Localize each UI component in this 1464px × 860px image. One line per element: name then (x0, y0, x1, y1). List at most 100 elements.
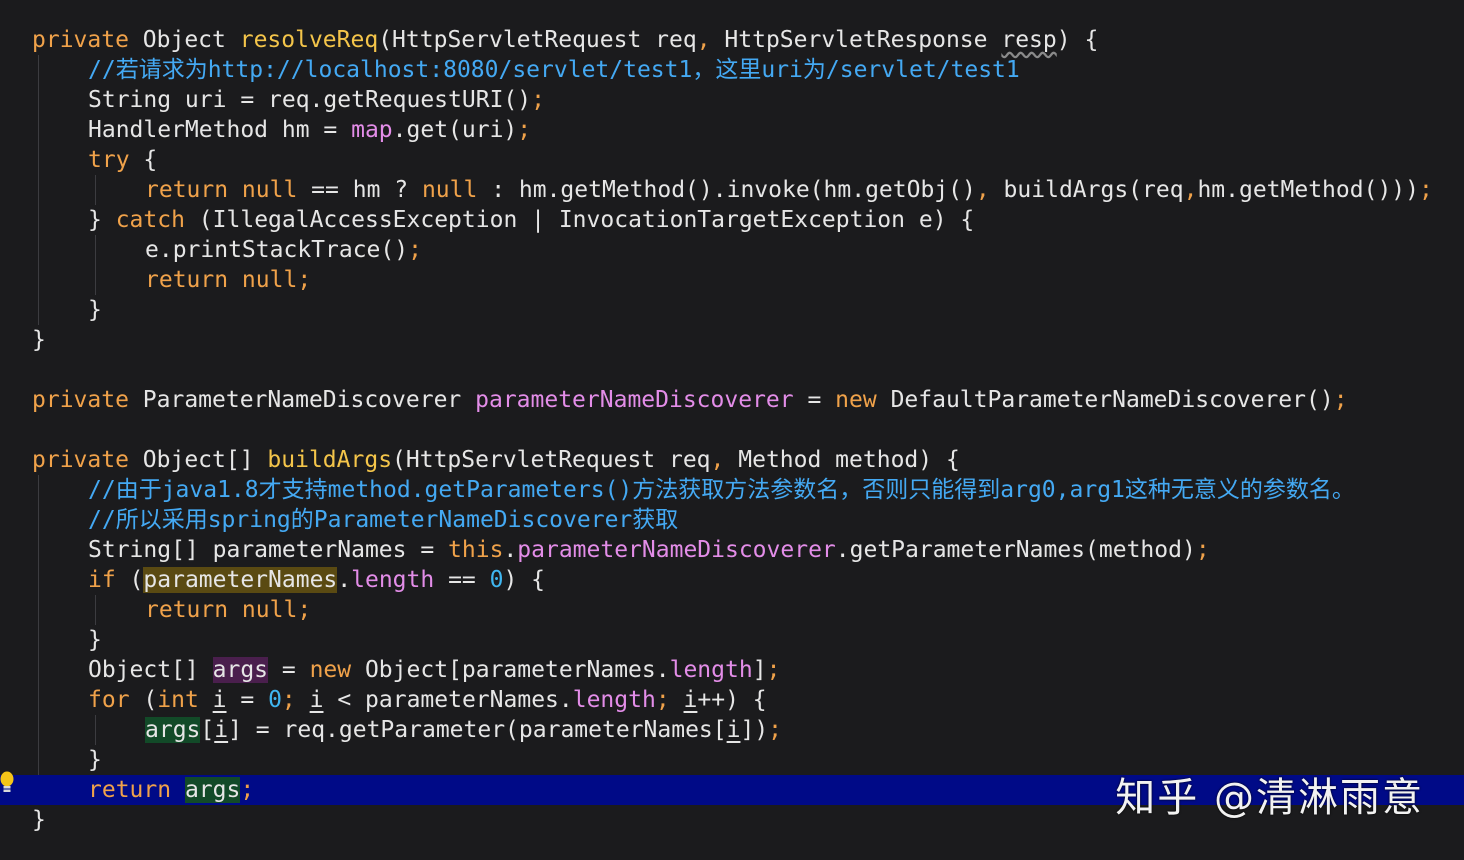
code-token: new (309, 657, 352, 683)
code-token: Object[] (128, 447, 268, 473)
code-line-text: private Object[] buildArgs(HttpServletRe… (32, 445, 960, 475)
code-token: args (184, 777, 241, 803)
code-token: = (226, 687, 269, 713)
code-token: == (434, 567, 490, 593)
code-token: args (212, 657, 269, 683)
code-token: , (710, 447, 725, 473)
code-token: Object[parameterNames. (351, 657, 670, 683)
code-line[interactable]: } (0, 745, 1464, 775)
code-line[interactable]: //所以采用spring的ParameterNameDiscoverer获取 (0, 505, 1464, 535)
code-line[interactable]: args[i] = req.getParameter(parameterName… (0, 715, 1464, 745)
code-token: Object (128, 27, 240, 53)
code-token: 0 (268, 687, 282, 713)
code-line[interactable] (0, 355, 1464, 385)
code-line[interactable]: Object[] args = new Object[parameterName… (0, 655, 1464, 685)
code-token: ; (655, 687, 684, 713)
code-line[interactable]: return null; (0, 265, 1464, 295)
code-line-text: return null; (145, 265, 311, 295)
code-line-text: try { (88, 145, 157, 175)
code-token: null (421, 177, 478, 203)
code-token: args (145, 717, 201, 743)
code-token: [ (200, 717, 215, 743)
code-token: return (88, 777, 172, 803)
code-token: parameterNames (143, 567, 338, 593)
code-token: //若请求为http://localhost:8080/servlet/test… (88, 57, 1020, 83)
code-line-text: } (88, 745, 102, 775)
code-token: return null (145, 177, 298, 203)
code-token: ; (1419, 177, 1433, 203)
code-token: ; (408, 237, 422, 263)
code-editor[interactable]: private Object resolveReq(HttpServletReq… (0, 0, 1464, 860)
code-line-text: private ParameterNameDiscoverer paramete… (32, 385, 1348, 415)
code-token: } (32, 327, 46, 353)
code-token: , (975, 177, 990, 203)
code-line[interactable]: } (0, 295, 1464, 325)
code-line[interactable]: } catch (IllegalAccessException | Invoca… (0, 205, 1464, 235)
code-line-text: } catch (IllegalAccessException | Invoca… (88, 205, 974, 235)
code-line[interactable]: String uri = req.getRequestURI(); (0, 85, 1464, 115)
code-token: resp (1001, 27, 1057, 53)
code-token: == hm ? (297, 177, 422, 203)
code-token: int (157, 687, 199, 713)
code-token: try (88, 147, 130, 173)
code-token: i (726, 717, 741, 743)
code-line[interactable]: String[] parameterNames = this.parameter… (0, 535, 1464, 565)
code-line[interactable]: //若请求为http://localhost:8080/servlet/test… (0, 55, 1464, 85)
code-line-text: if (parameterNames.length == 0) { (88, 565, 545, 595)
code-token: , (1183, 177, 1198, 203)
code-line-text: String uri = req.getRequestURI(); (88, 85, 545, 115)
code-token: i (214, 717, 229, 743)
code-token: 0 (489, 567, 504, 593)
code-token: ; (240, 777, 255, 803)
code-line[interactable]: private Object[] buildArgs(HttpServletRe… (0, 445, 1464, 475)
code-line[interactable]: private ParameterNameDiscoverer paramete… (0, 385, 1464, 415)
code-line-text: } (88, 295, 102, 325)
code-line[interactable]: if (parameterNames.length == 0) { (0, 565, 1464, 595)
watermark: 知乎 @清淋雨意 (1115, 775, 1424, 821)
code-line[interactable]: } (0, 625, 1464, 655)
code-line-text: e.printStackTrace(); (145, 235, 422, 265)
code-token: Object[] (88, 657, 213, 683)
code-line-text: private Object resolveReq(HttpServletReq… (32, 25, 1098, 55)
code-token: { (129, 147, 158, 173)
code-token: catch (115, 207, 185, 233)
code-token: map (351, 117, 393, 143)
code-line[interactable]: return null == hm ? null : hm.getMethod(… (0, 175, 1464, 205)
code-token: private (32, 447, 129, 473)
code-line-text: HandlerMethod hm = map.get(uri); (88, 115, 531, 145)
code-line-text: } (32, 805, 46, 835)
code-token: //所以采用spring的ParameterNameDiscoverer获取 (88, 507, 679, 533)
code-token: ] = req.getParameter(parameterNames[ (228, 717, 727, 743)
code-token: new (835, 387, 877, 413)
code-token: i (309, 687, 324, 713)
code-line-text: return null == hm ? null : hm.getMethod(… (145, 175, 1433, 205)
code-token: return null; (145, 597, 312, 623)
code-line-text: } (88, 625, 102, 655)
lightbulb-icon[interactable] (0, 771, 14, 797)
code-line[interactable]: return null; (0, 595, 1464, 625)
code-token: ; (531, 87, 545, 113)
code-token: String uri = req.getRequestURI() (88, 87, 532, 113)
code-token: //由于java1.8才支持method.getParameters()方法获取… (88, 477, 1355, 503)
code-token: < parameterNames. (323, 687, 573, 713)
code-line[interactable]: HandlerMethod hm = map.get(uri); (0, 115, 1464, 145)
code-line-text: //所以采用spring的ParameterNameDiscoverer获取 (88, 505, 678, 535)
code-line[interactable]: for (int i = 0; i < parameterNames.lengt… (0, 685, 1464, 715)
code-line[interactable]: //由于java1.8才支持method.getParameters()方法获取… (0, 475, 1464, 505)
code-line[interactable]: e.printStackTrace(); (0, 235, 1464, 265)
code-token: private (32, 27, 129, 53)
code-line[interactable] (0, 415, 1464, 445)
code-line-text: String[] parameterNames = this.parameter… (88, 535, 1210, 565)
code-token: String[] parameterNames = (88, 537, 449, 563)
code-token: ]) (740, 717, 769, 743)
code-line-text: Object[] args = new Object[parameterName… (88, 655, 780, 685)
code-line[interactable]: try { (0, 145, 1464, 175)
code-token: this (448, 537, 504, 563)
code-line[interactable]: } (0, 325, 1464, 355)
code-token: ( (115, 567, 144, 593)
code-line-text: return args; (88, 775, 254, 805)
code-token: e.printStackTrace() (145, 237, 409, 263)
code-line-text: //若请求为http://localhost:8080/servlet/test… (88, 55, 1020, 85)
code-line[interactable]: private Object resolveReq(HttpServletReq… (0, 25, 1464, 55)
